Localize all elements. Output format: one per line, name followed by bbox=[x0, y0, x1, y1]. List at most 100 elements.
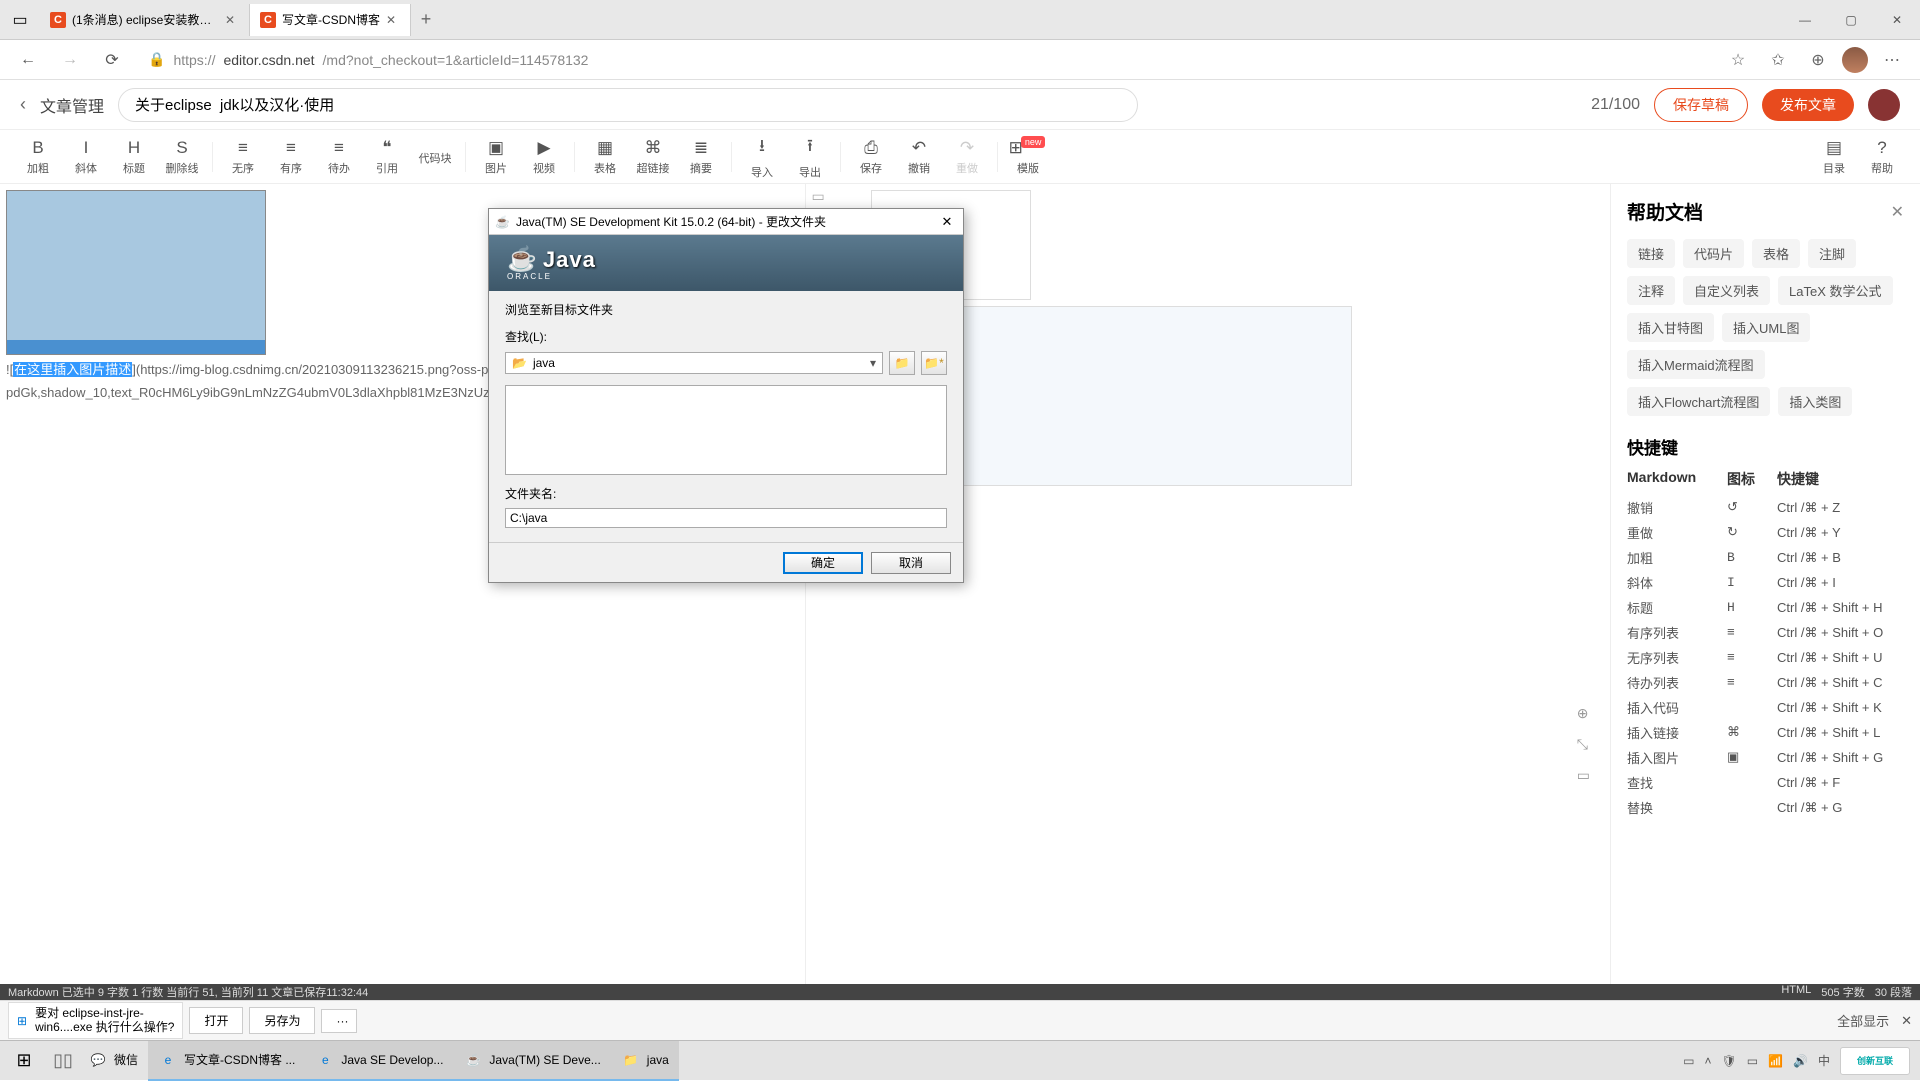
back-chevron-icon[interactable]: ‹ bbox=[20, 94, 26, 115]
browser-tab-1[interactable]: C写文章-CSDN博客✕ bbox=[250, 4, 411, 36]
taskbar-item-edge2[interactable]: eJava SE Develop... bbox=[305, 1041, 453, 1081]
folder-combobox[interactable]: 📂 java ▾ bbox=[505, 352, 883, 374]
shortcut-row-5: 有序列表≡Ctrl /⌘ + Shift + O bbox=[1627, 620, 1904, 645]
download-more-button[interactable]: ··· bbox=[321, 1009, 357, 1033]
article-title-input[interactable] bbox=[118, 88, 1138, 122]
reload-button[interactable]: ⟳ bbox=[96, 44, 128, 76]
outline-icon[interactable]: ▭ bbox=[812, 188, 825, 205]
resize-target-icon[interactable]: ⊕ bbox=[1577, 705, 1590, 722]
tray-battery-icon[interactable]: ▭ bbox=[1747, 1054, 1758, 1068]
toolbar-template[interactable]: ⊞new模版 bbox=[1004, 138, 1052, 176]
folder-listbox[interactable] bbox=[505, 385, 947, 475]
resize-expand-icon[interactable]: ⤡ bbox=[1577, 736, 1590, 753]
back-button[interactable]: ← bbox=[12, 44, 44, 76]
tab-close-icon[interactable]: ✕ bbox=[225, 13, 239, 27]
help-chip-2[interactable]: 表格 bbox=[1752, 239, 1800, 268]
toolbar-quote[interactable]: ❝引用 bbox=[363, 138, 411, 176]
download-item: ⊞ 要对 eclipse-inst-jre- win6....exe 执行什么操… bbox=[8, 1002, 183, 1038]
help-chip-7[interactable]: 插入甘特图 bbox=[1627, 313, 1714, 342]
profile-avatar[interactable] bbox=[1842, 47, 1868, 73]
browser-tab-0[interactable]: C(1条消息) eclipse安装教程 - CSDN✕ bbox=[40, 4, 250, 36]
window-minimize[interactable]: — bbox=[1782, 0, 1828, 40]
publish-button[interactable]: 发布文章 bbox=[1762, 89, 1854, 121]
toolbar-summary[interactable]: ≣摘要 bbox=[677, 138, 725, 176]
toolbar-image[interactable]: ▣图片 bbox=[472, 138, 520, 176]
download-bar: ⊞ 要对 eclipse-inst-jre- win6....exe 执行什么操… bbox=[0, 1000, 1920, 1040]
download-showall[interactable]: 全部显示 bbox=[1837, 1011, 1889, 1030]
tab-menu-icon[interactable]: ▭ bbox=[0, 0, 40, 40]
shortcut-row-6: 无序列表≡Ctrl /⌘ + Shift + U bbox=[1627, 645, 1904, 670]
new-folder-button[interactable]: 📁* bbox=[921, 351, 947, 375]
new-tab-button[interactable]: + bbox=[411, 9, 441, 30]
help-chip-9[interactable]: 插入Mermaid流程图 bbox=[1627, 350, 1765, 379]
taskbar-item-wechat[interactable]: 💬微信 bbox=[78, 1041, 148, 1081]
save-draft-button[interactable]: 保存草稿 bbox=[1654, 88, 1748, 122]
tray-shield-icon[interactable]: 🛡 bbox=[1722, 1054, 1737, 1068]
download-open-button[interactable]: 打开 bbox=[189, 1007, 243, 1034]
toolbar-strike[interactable]: S删除线 bbox=[158, 138, 206, 176]
toolbar-code[interactable]: 代码块 bbox=[411, 148, 459, 166]
toolbar-table[interactable]: ▦表格 bbox=[581, 138, 629, 176]
tray-chevron-icon[interactable]: ˄ bbox=[1704, 1054, 1711, 1068]
menu-icon[interactable]: ⋯ bbox=[1876, 44, 1908, 76]
toolbar-ol[interactable]: ≡有序 bbox=[267, 138, 315, 176]
read-aloud-icon[interactable]: ☆ bbox=[1722, 44, 1754, 76]
help-chip-4[interactable]: 注释 bbox=[1627, 276, 1675, 305]
help-chip-8[interactable]: 插入UML图 bbox=[1722, 313, 1810, 342]
url-path: /md?not_checkout=1&articleId=114578132 bbox=[323, 52, 589, 68]
dialog-titlebar[interactable]: ☕ Java(TM) SE Development Kit 15.0.2 (64… bbox=[489, 209, 963, 235]
tray-ime-icon[interactable]: 中 bbox=[1818, 1052, 1830, 1069]
combo-dropdown-icon[interactable]: ▾ bbox=[870, 356, 876, 370]
tab-close-icon[interactable]: ✕ bbox=[386, 13, 400, 27]
toolbar-italic[interactable]: I斜体 bbox=[62, 138, 110, 176]
article-manage-link[interactable]: 文章管理 bbox=[40, 93, 104, 117]
folder-name-input[interactable] bbox=[505, 508, 947, 528]
toolbar-heading[interactable]: H标题 bbox=[110, 138, 158, 176]
help-close-button[interactable]: ✕ bbox=[1891, 202, 1904, 222]
dialog-close-button[interactable]: ✕ bbox=[937, 214, 957, 230]
lock-icon: 🔒 bbox=[148, 51, 165, 68]
toolbar-todo[interactable]: ≡待办 bbox=[315, 138, 363, 176]
tray-wifi-icon[interactable]: 📶 bbox=[1768, 1054, 1783, 1068]
system-tray: ▭ ˄ 🛡 ▭ 📶 🔊 中 创新互联 bbox=[1673, 1047, 1920, 1075]
taskbar-item-java[interactable]: ☕Java(TM) SE Deve... bbox=[453, 1041, 610, 1081]
toolbar-ul[interactable]: ≡无序 bbox=[219, 138, 267, 176]
dialog-cancel-button[interactable]: 取消 bbox=[871, 552, 951, 574]
window-close[interactable]: ✕ bbox=[1874, 0, 1920, 40]
start-button[interactable]: ⊞ bbox=[0, 1041, 48, 1081]
help-chip-1[interactable]: 代码片 bbox=[1683, 239, 1744, 268]
window-maximize[interactable]: ▢ bbox=[1828, 0, 1874, 40]
help-chip-6[interactable]: LaTeX 数学公式 bbox=[1778, 276, 1892, 305]
toolbar-import[interactable]: ⭳导入 bbox=[738, 133, 786, 180]
resize-box-icon[interactable]: ▭ bbox=[1577, 767, 1590, 784]
user-avatar[interactable] bbox=[1868, 89, 1900, 121]
toolbar-export[interactable]: ⭱导出 bbox=[786, 133, 834, 180]
image-resize-controls[interactable]: ⊕ ⤡ ▭ bbox=[1577, 705, 1590, 784]
collections-icon[interactable]: ⊕ bbox=[1802, 44, 1834, 76]
toolbar-label: 代码块 bbox=[419, 150, 452, 166]
download-saveas-button[interactable]: 另存为 bbox=[249, 1007, 315, 1034]
up-folder-button[interactable]: 📁 bbox=[889, 351, 915, 375]
task-view-button[interactable]: ▯▯ bbox=[48, 1041, 78, 1081]
toolbar-bold[interactable]: B加粗 bbox=[14, 138, 62, 176]
tray-input-icon[interactable]: ▭ bbox=[1683, 1054, 1694, 1068]
tray-volume-icon[interactable]: 🔊 bbox=[1793, 1054, 1808, 1068]
help-chip-10[interactable]: 插入Flowchart流程图 bbox=[1627, 387, 1770, 416]
taskbar-item-edge1[interactable]: e写文章-CSDN博客 ... bbox=[148, 1041, 305, 1081]
help-chip-3[interactable]: 注脚 bbox=[1808, 239, 1856, 268]
dialog-ok-button[interactable]: 确定 bbox=[783, 552, 863, 574]
download-bar-close[interactable]: ✕ bbox=[1901, 1013, 1912, 1029]
toolbar-toc[interactable]: ▤目录 bbox=[1810, 138, 1858, 176]
toolbar-help[interactable]: ?帮助 bbox=[1858, 138, 1906, 176]
toolbar-video[interactable]: ▶视频 bbox=[520, 138, 568, 176]
url-input[interactable]: 🔒 https://editor.csdn.net/md?not_checkou… bbox=[138, 45, 1712, 75]
help-chip-5[interactable]: 自定义列表 bbox=[1683, 276, 1770, 305]
toolbar-link[interactable]: ⌘超链接 bbox=[629, 138, 677, 176]
favorites-icon[interactable]: ✩ bbox=[1762, 44, 1794, 76]
help-chip-0[interactable]: 链接 bbox=[1627, 239, 1675, 268]
help-chip-11[interactable]: 插入类图 bbox=[1778, 387, 1852, 416]
toolbar-undo[interactable]: ↶撤销 bbox=[895, 138, 943, 176]
md-alt-selected[interactable]: 在这里插入图片描述 bbox=[13, 362, 132, 377]
toolbar-save[interactable]: ⎙保存 bbox=[847, 138, 895, 176]
taskbar-item-folder[interactable]: 📁java bbox=[611, 1041, 679, 1081]
